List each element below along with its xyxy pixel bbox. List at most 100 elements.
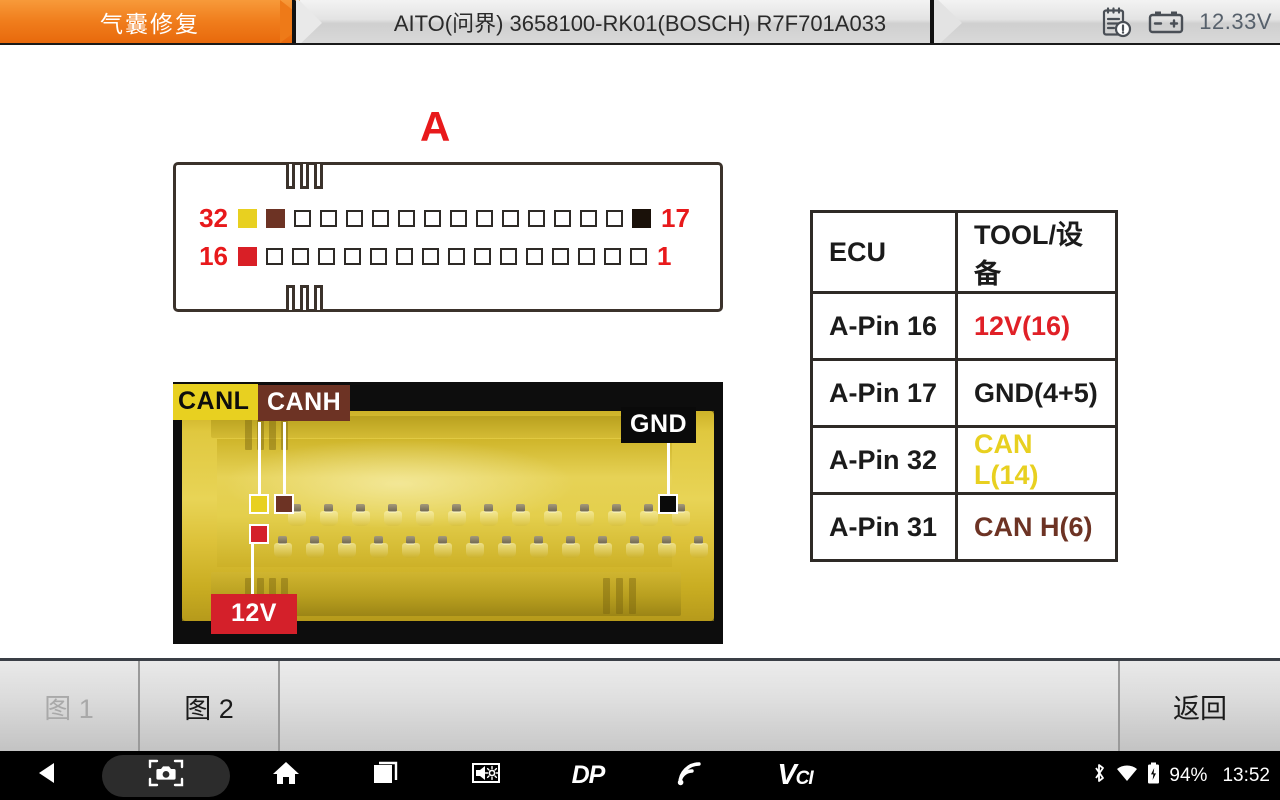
nav-signal-button[interactable] bbox=[640, 751, 740, 800]
connector-pin-top-3 bbox=[320, 209, 337, 227]
connector-pin-top-13 bbox=[580, 209, 597, 227]
app-header: 气囊修复 AITO(问界) 3658100-RK01(BOSCH) R7F701… bbox=[0, 0, 1280, 45]
connector-pin-bottom-11 bbox=[526, 247, 543, 265]
connector-pin-bottom-5 bbox=[370, 247, 387, 265]
header-vehicle-title-text: AITO(问界) 3658100-RK01(BOSCH) R7F701A033 bbox=[393, 10, 887, 36]
pin-row-bottom-left-number: 16 bbox=[199, 240, 228, 271]
nav-vci-button[interactable]: V CI bbox=[740, 751, 850, 800]
table-cell-ecu: A-Pin 32 bbox=[810, 425, 958, 495]
photo-contact bbox=[397, 534, 429, 560]
pin-strip-bottom bbox=[238, 246, 647, 266]
photo-contact bbox=[475, 502, 507, 528]
table-row: A-Pin 16 12V(16) bbox=[810, 291, 1118, 361]
photo-contact bbox=[411, 502, 443, 528]
vci-logo: V CI bbox=[777, 759, 813, 792]
table-row: A-Pin 31 CAN H(6) bbox=[810, 492, 1118, 562]
connector-top-tabs bbox=[286, 164, 323, 189]
nav-recents-button[interactable] bbox=[336, 751, 436, 800]
tab-figure-1[interactable]: 图 1 bbox=[0, 661, 140, 751]
connector-pin-bottom-7 bbox=[422, 247, 439, 265]
photo-contact bbox=[539, 502, 571, 528]
connector-photo: CANL CANH GND 12V bbox=[173, 382, 723, 644]
callout-label-canh: CANH bbox=[258, 385, 351, 421]
connector-pin-top-8 bbox=[450, 209, 467, 227]
photo-contact bbox=[621, 534, 653, 560]
connector-tab-slot bbox=[286, 164, 295, 189]
header-separator-right-light bbox=[934, 0, 962, 43]
photo-marker-12v bbox=[249, 524, 269, 544]
navbar-left-group: DP V CI bbox=[0, 751, 850, 800]
photo-contact bbox=[429, 534, 461, 560]
pin-row-bottom-right-number: 1 bbox=[657, 240, 672, 271]
connector-pin-bottom-15 bbox=[630, 247, 647, 265]
nav-screenshot-button[interactable] bbox=[102, 754, 230, 797]
callout-label-gnd: GND bbox=[621, 407, 697, 443]
connector-pin-top-7 bbox=[424, 209, 441, 227]
photo-contact bbox=[507, 502, 539, 528]
table-body: A-Pin 16 12V(16) A-Pin 17 GND(4+5) A-Pin 32 C… bbox=[810, 291, 1118, 562]
callout-label-canl: CANL bbox=[173, 384, 259, 420]
photo-contact bbox=[333, 534, 365, 560]
photo-contact bbox=[685, 534, 717, 560]
photo-contact-row-bottom bbox=[269, 534, 717, 560]
connector-pin-bottom-13 bbox=[578, 247, 595, 265]
pin-row-top-right-number: 17 bbox=[661, 202, 690, 233]
photo-contact bbox=[315, 502, 347, 528]
dp-logo: DP bbox=[571, 761, 606, 789]
toolbar-spacer bbox=[280, 661, 1120, 751]
bluetooth-icon bbox=[1091, 762, 1107, 790]
nav-home-button[interactable] bbox=[236, 751, 336, 800]
connector-tab-slot bbox=[300, 285, 309, 310]
photo-contact bbox=[603, 502, 635, 528]
photo-marker-canh bbox=[274, 494, 294, 514]
header-status-group: 12.33V bbox=[1099, 0, 1272, 43]
volume-brightness-icon bbox=[471, 760, 501, 791]
table-header-ecu: ECU bbox=[810, 210, 958, 294]
table-cell-tool: 12V(16) bbox=[955, 291, 1118, 361]
app-root: 气囊修复 AITO(问界) 3658100-RK01(BOSCH) R7F701… bbox=[0, 0, 1280, 800]
table-cell-tool: CAN H(6) bbox=[955, 492, 1118, 562]
photo-rib bbox=[616, 578, 623, 614]
callout-label-12v: 12V bbox=[211, 594, 297, 634]
connector-pin-bottom-6 bbox=[396, 247, 413, 265]
header-separator-left-light bbox=[296, 0, 322, 43]
pin-reference-table: ECU TOOL/设备 A-Pin 16 12V(16) A-Pin 17 GND(4… bbox=[810, 210, 1118, 562]
photo-contact bbox=[365, 534, 397, 560]
recent-apps-icon bbox=[372, 759, 400, 792]
photo-contact bbox=[379, 502, 411, 528]
connector-pin-bottom-9 bbox=[474, 247, 491, 265]
connector-letter-label: A bbox=[420, 103, 451, 150]
battery-voltage-value: 12.33V bbox=[1199, 8, 1272, 34]
camera-screenshot-icon bbox=[147, 758, 185, 793]
connector-tab-slot bbox=[314, 285, 323, 310]
wifi-icon bbox=[1116, 764, 1138, 788]
nav-back-button[interactable] bbox=[0, 751, 96, 800]
pin-row-bottom: 16 1 bbox=[176, 241, 726, 271]
connector-pinout-diagram: 32 17 16 1 bbox=[173, 162, 723, 312]
photo-contact bbox=[493, 534, 525, 560]
callout-leader-canh bbox=[283, 422, 286, 502]
clipboard-alert-icon[interactable] bbox=[1099, 5, 1133, 39]
navbar-status-group: 94% 13:52 bbox=[1091, 751, 1270, 800]
connector-pin-bottom-10 bbox=[500, 247, 517, 265]
photo-marker-gnd bbox=[658, 494, 678, 514]
tab-figure-2[interactable]: 图 2 bbox=[140, 661, 280, 751]
back-button-label: 返回 bbox=[1173, 693, 1227, 724]
connector-tab-slot bbox=[300, 164, 309, 189]
photo-contact bbox=[461, 534, 493, 560]
battery-percent-label: 94% bbox=[1169, 764, 1208, 786]
nav-volume-brightness-button[interactable] bbox=[436, 751, 536, 800]
connector-pin-bottom-8 bbox=[448, 247, 465, 265]
photo-rib bbox=[245, 418, 252, 450]
back-button[interactable]: 返回 bbox=[1120, 661, 1280, 751]
header-mode-badge: 气囊修复 bbox=[0, 0, 300, 43]
tab-figure-1-label: 图 1 bbox=[44, 693, 94, 724]
table-header-row: ECU TOOL/设备 bbox=[810, 210, 1118, 294]
pin-row-top-left-number: 32 bbox=[199, 202, 228, 233]
table-row: A-Pin 32 CAN L(14) bbox=[810, 425, 1118, 495]
connector-pin-top-2 bbox=[294, 209, 311, 227]
photo-rib bbox=[629, 578, 636, 614]
bottom-toolbar: 图 1 图 2 返回 bbox=[0, 658, 1280, 751]
table-cell-tool: CAN L(14) bbox=[955, 425, 1118, 495]
nav-dp-button[interactable]: DP bbox=[536, 751, 640, 800]
